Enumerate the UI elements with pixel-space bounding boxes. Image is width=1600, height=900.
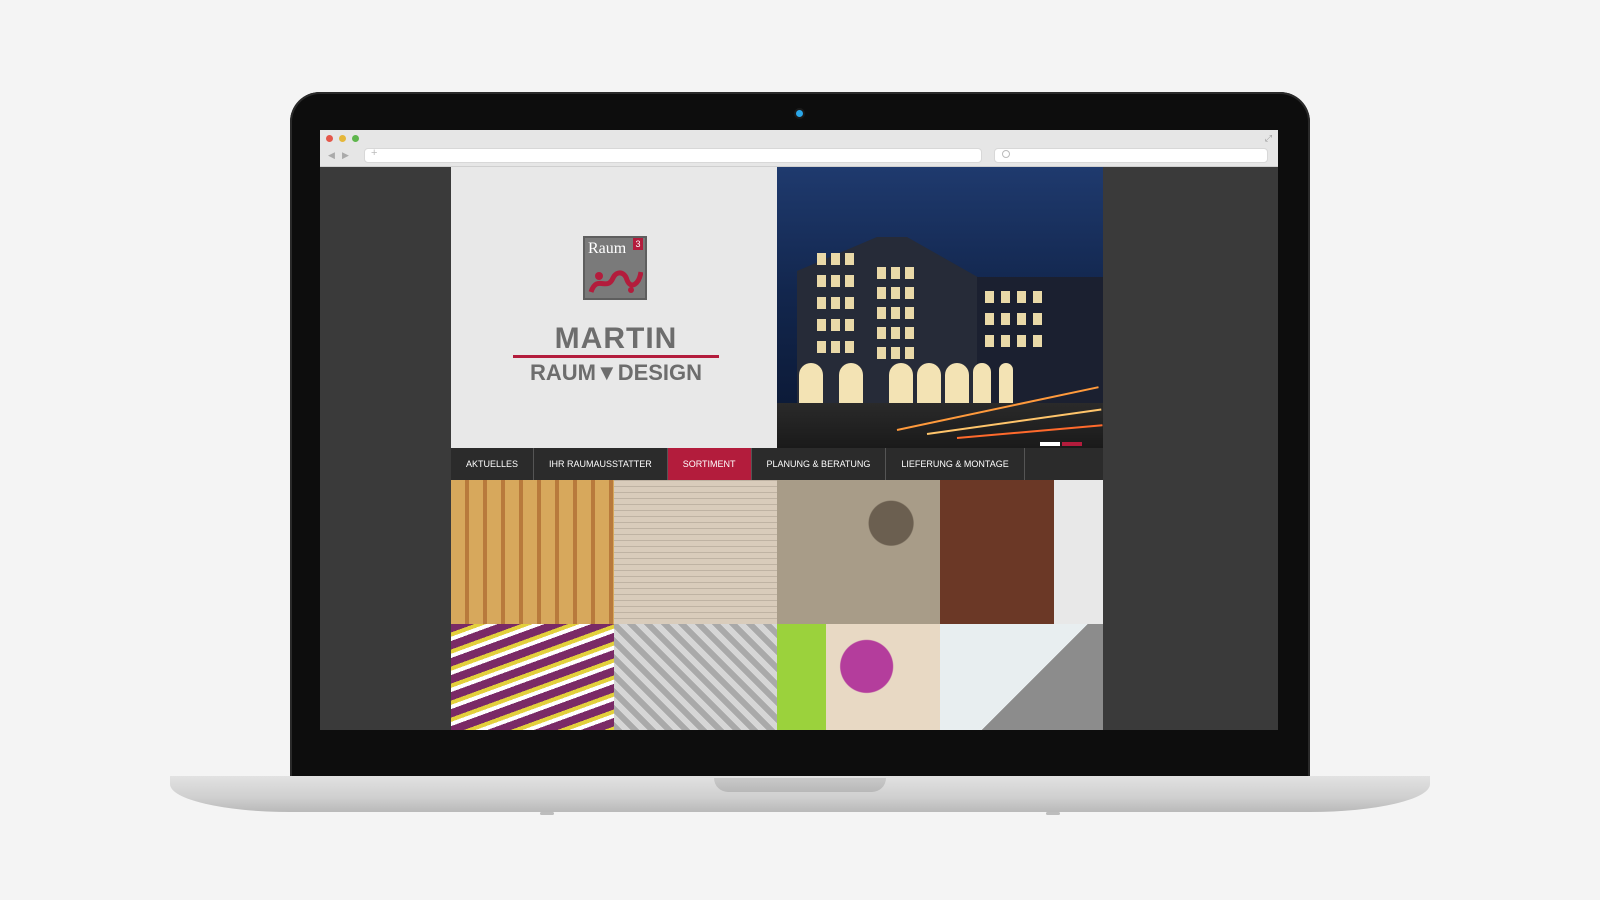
address-bar[interactable]: +	[364, 147, 982, 163]
lit-window	[905, 327, 914, 339]
lit-window	[1017, 291, 1026, 303]
website: Raum 3 MARTIN RAUM▼DESIGN AKTUELLES IHR …	[451, 167, 1103, 730]
menu-item-sortiment[interactable]: SORTIMENT	[667, 448, 752, 480]
lit-window	[817, 319, 826, 331]
lit-window	[845, 275, 854, 287]
lit-window	[877, 327, 886, 339]
hero-branding: Raum 3 MARTIN RAUM▼DESIGN	[451, 167, 777, 448]
forward-arrow-icon[interactable]: ▶	[342, 150, 349, 161]
lit-window	[1017, 335, 1026, 347]
lit-window	[905, 267, 914, 279]
lit-window	[877, 307, 886, 319]
lit-window	[891, 327, 900, 339]
gallery-tile-blinds[interactable]	[614, 480, 777, 624]
lit-window	[817, 253, 826, 265]
gallery-tile-cushions[interactable]	[777, 624, 940, 730]
zoom-dot[interactable]	[352, 135, 359, 142]
lit-window	[905, 287, 914, 299]
lit-window	[985, 313, 994, 325]
lit-window	[817, 275, 826, 287]
lit-window	[831, 253, 840, 265]
laptop-foot-left	[540, 812, 554, 815]
lit-window	[891, 347, 900, 359]
lit-window	[905, 307, 914, 319]
lit-window	[845, 319, 854, 331]
lit-window	[877, 347, 886, 359]
gallery-tile-fabric[interactable]	[614, 624, 777, 730]
back-arrow-icon[interactable]: ◀	[328, 150, 335, 161]
lit-window	[1033, 335, 1042, 347]
slider-indicator[interactable]	[1040, 433, 1084, 448]
menu-item-aktuelles[interactable]: AKTUELLES	[451, 448, 535, 480]
menu-item-lieferung[interactable]: LIEFERUNG & MONTAGE	[886, 448, 1025, 480]
lit-window	[877, 267, 886, 279]
raum-logo-superscript: 3	[633, 238, 643, 250]
lit-window	[891, 287, 900, 299]
fullscreen-icon[interactable]: ⤢	[1265, 133, 1272, 144]
lit-window	[891, 307, 900, 319]
lit-window	[877, 287, 886, 299]
lit-window	[845, 253, 854, 265]
minimize-dot[interactable]	[339, 135, 346, 142]
search-field[interactable]	[994, 148, 1268, 163]
lit-window	[831, 275, 840, 287]
search-icon	[1002, 150, 1010, 158]
brand-tagline: RAUM▼DESIGN	[529, 360, 703, 385]
gallery-tile-striped-carpet[interactable]	[451, 624, 614, 730]
laptop-screen: ◀ ▶ + ⤢ Raum 3 MARTIN RAUM▼DESIGN AKTUEL…	[320, 130, 1278, 730]
lit-window	[985, 291, 994, 303]
browser-toolbar: ◀ ▶ + ⤢	[320, 130, 1278, 167]
lit-window	[817, 297, 826, 309]
lit-window	[845, 297, 854, 309]
slider-dot-1[interactable]	[1040, 442, 1060, 446]
lit-window	[831, 297, 840, 309]
lit-window	[985, 335, 994, 347]
lit-window	[1001, 313, 1010, 325]
gallery-tile-curtains[interactable]	[451, 480, 614, 624]
camera-icon	[796, 110, 803, 117]
hero-photo	[777, 167, 1103, 448]
menu-item-raumausstatter[interactable]: IHR RAUMAUSSTATTER	[534, 448, 668, 480]
main-navigation: AKTUELLES IHR RAUMAUSSTATTER SORTIMENT P…	[451, 448, 1103, 480]
lit-window	[1033, 291, 1042, 303]
lit-window	[1017, 313, 1026, 325]
lit-window	[1033, 313, 1042, 325]
slider-dot-2[interactable]	[1062, 442, 1082, 446]
raum-logo[interactable]: Raum 3	[583, 236, 647, 300]
lit-window	[831, 319, 840, 331]
lit-window	[1001, 335, 1010, 347]
laptop-foot-right	[1046, 812, 1060, 815]
gallery-tile-carpet[interactable]	[777, 480, 940, 624]
menu-item-planung[interactable]: PLANUNG & BERATUNG	[752, 448, 887, 480]
gallery-tile-parquet[interactable]	[940, 480, 1103, 624]
lit-window	[1001, 291, 1010, 303]
product-gallery	[451, 480, 1103, 730]
lit-window	[817, 341, 826, 353]
lit-window	[845, 341, 854, 353]
lit-window	[891, 267, 900, 279]
lit-window	[831, 341, 840, 353]
close-dot[interactable]	[326, 135, 333, 142]
brand-divider	[513, 355, 719, 358]
ornament-icon	[587, 264, 643, 296]
plus-icon: +	[371, 147, 378, 159]
laptop-notch	[714, 778, 886, 792]
lit-window	[905, 347, 914, 359]
gallery-tile-doormat[interactable]	[940, 624, 1103, 730]
raum-logo-text: Raum	[588, 240, 627, 257]
brand-name: MARTIN	[554, 322, 678, 355]
